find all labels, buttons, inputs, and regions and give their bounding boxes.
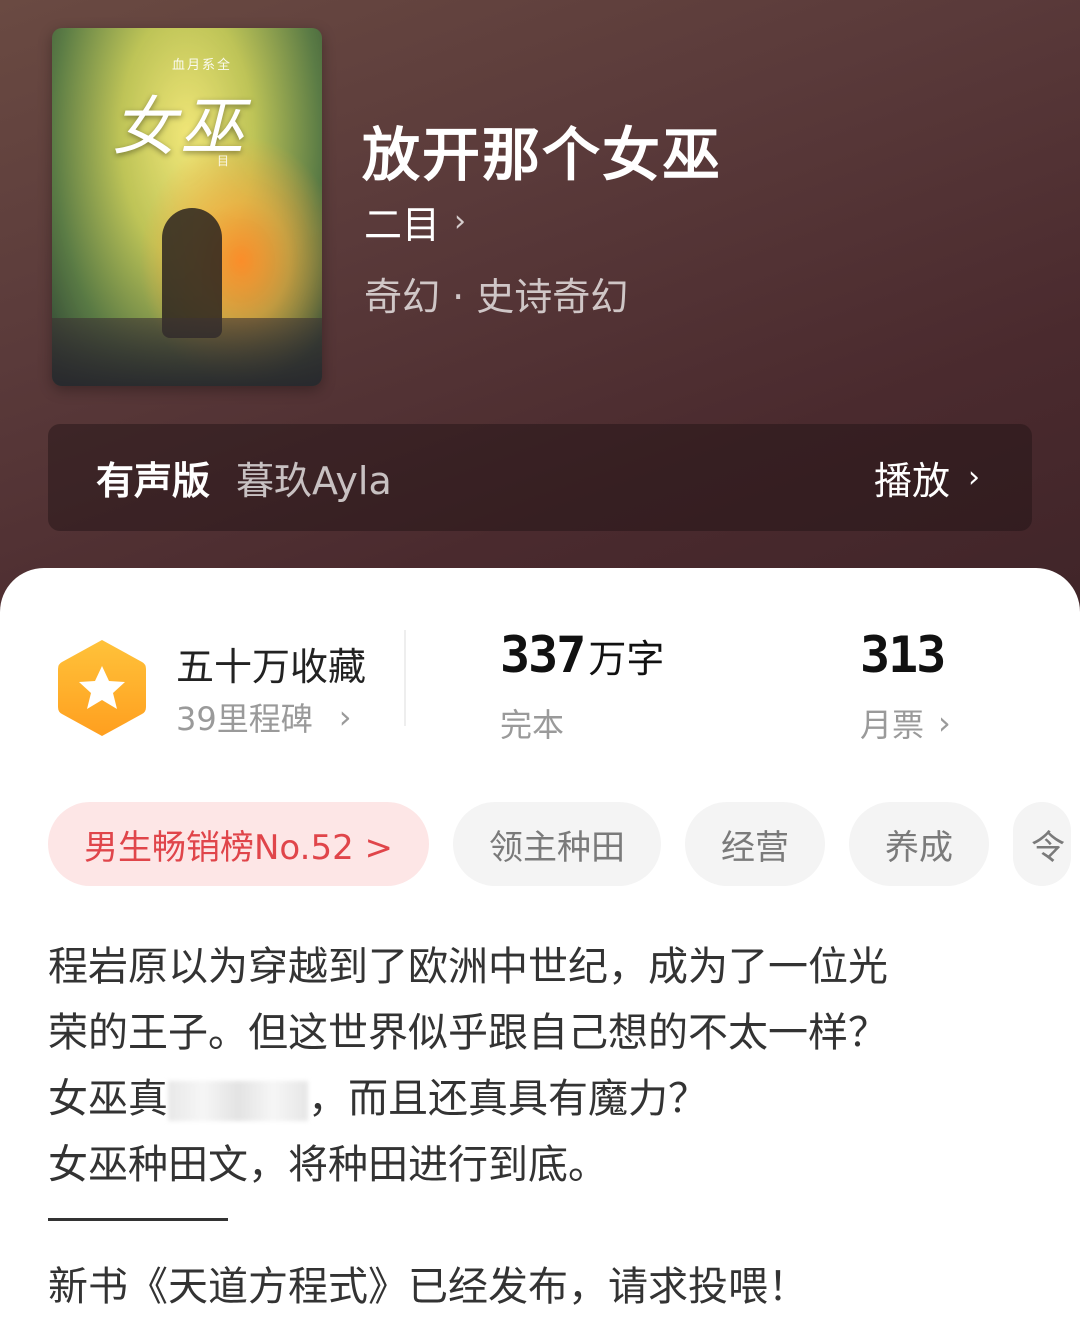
tag-item[interactable]: 养成: [849, 802, 990, 886]
chevron-right-icon: ›: [338, 698, 352, 736]
description-text: 女巫真: [48, 1076, 168, 1122]
redacted-text: [168, 1081, 308, 1121]
description-line: 女巫真 ，而且还真具有魔力？: [48, 1066, 1038, 1132]
word-count-unit: 万字: [588, 637, 665, 681]
tag-item[interactable]: 经营: [685, 802, 826, 886]
ranking-tag[interactable]: 男生畅销榜No.52 >: [48, 802, 430, 886]
play-label: 播放: [873, 459, 950, 503]
book-title: 放开那个女巫: [362, 121, 723, 189]
stat-divider: [404, 630, 406, 726]
completion-status: 完本: [500, 706, 565, 744]
play-button[interactable]: 播放 ›: [874, 450, 980, 505]
tag-row: 男生畅销榜No.52 > 领主种田 经营 养成 令: [48, 802, 1072, 886]
description-line: 荣的王子。但这世界似乎跟自己想的不太一样？: [48, 1010, 888, 1056]
description-text: ，而且还真具有魔力？: [308, 1076, 708, 1122]
book-cover[interactable]: 血月系全 女巫 目: [52, 28, 322, 386]
favorites-count[interactable]: 五十万收藏: [176, 636, 366, 691]
book-header: 血月系全 女巫 目 放开那个女巫 二目 › 奇幻 · 史诗奇幻 有声版 暮玖Ay…: [0, 0, 1080, 640]
star-hexagon-icon[interactable]: [54, 636, 150, 740]
description-divider: [48, 1218, 228, 1221]
author-link[interactable]: 二目 ›: [364, 194, 466, 249]
audio-version-bar[interactable]: 有声版 暮玖Ayla 播放 ›: [48, 424, 1032, 531]
description-line: 程岩原以为穿越到了欧洲中世纪，成为了一位光: [48, 944, 888, 990]
tag-item[interactable]: 领主种田: [453, 802, 662, 886]
cover-subtitle: 目: [217, 154, 230, 168]
new-book-note: 新书《天道方程式》已经发布，请求投喂！: [48, 1264, 808, 1310]
cover-ground: [52, 318, 322, 386]
tag-item-partial[interactable]: 令: [1013, 802, 1072, 886]
word-count-number: 337: [500, 626, 586, 684]
author-name: 二目: [364, 203, 441, 247]
description-line: 女巫种田文，将种田进行到底。: [48, 1142, 608, 1188]
monthly-tickets-label: 月票: [860, 706, 925, 744]
audio-narrator: 暮玖Ayla: [236, 459, 392, 503]
word-count: 337 万字: [500, 626, 664, 684]
milestone-link[interactable]: 39里程碑 ›: [176, 694, 352, 740]
chevron-right-icon: ›: [968, 460, 980, 495]
chevron-right-icon: ›: [938, 704, 951, 742]
cover-top-text: 血月系全: [172, 58, 233, 73]
milestone-label: 39里程碑: [176, 700, 313, 738]
chevron-right-icon: ›: [454, 204, 467, 239]
monthly-tickets-count[interactable]: 313: [860, 626, 946, 684]
book-genre: 奇幻 · 史诗奇幻: [364, 275, 629, 319]
book-description: 程岩原以为穿越到了欧洲中世纪，成为了一位光 荣的王子。但这世界似乎跟自己想的不太…: [48, 934, 1038, 1198]
monthly-tickets-link[interactable]: 月票 ›: [860, 700, 951, 746]
audio-label: 有声版: [96, 459, 211, 503]
